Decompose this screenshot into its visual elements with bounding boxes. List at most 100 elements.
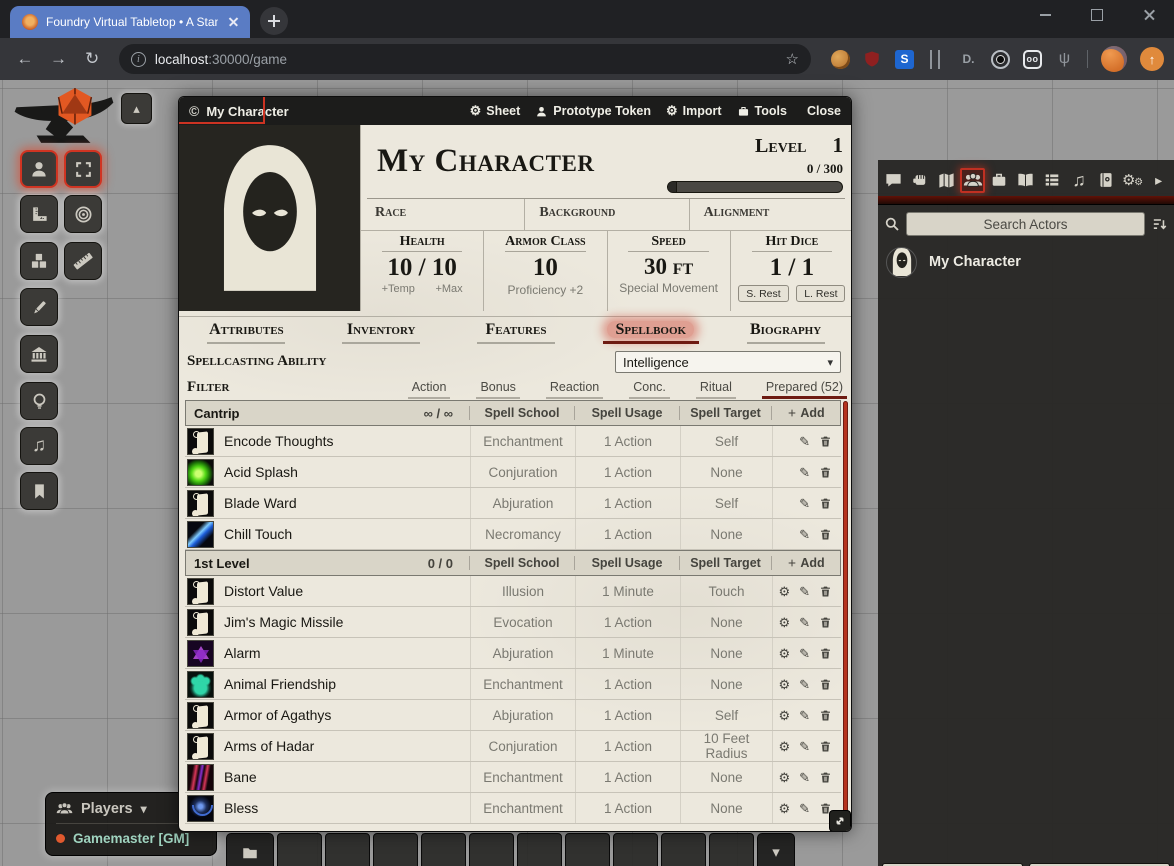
spellcasting-ability-select[interactable]: Intelligence ▾ — [615, 351, 841, 373]
background-field[interactable]: Background — [525, 199, 689, 230]
drawing-tools[interactable] — [20, 288, 58, 326]
race-field[interactable]: Race — [361, 199, 525, 230]
tab-inventory[interactable]: Inventory — [314, 317, 449, 346]
filter-ritual[interactable]: Ritual — [696, 380, 736, 399]
prepare-spell-icon[interactable]: ⚙ — [778, 678, 790, 691]
spell-name[interactable]: Armor of Agathys — [224, 707, 331, 723]
tab-tables[interactable] — [1040, 168, 1065, 193]
tab-scenes[interactable] — [934, 168, 959, 193]
long-rest-button[interactable]: L. Rest — [796, 285, 845, 302]
filter-reaction[interactable]: Reaction — [546, 380, 603, 399]
tab-actors[interactable] — [960, 168, 985, 193]
level-value[interactable]: 1 — [833, 133, 844, 158]
edit-spell-icon[interactable]: ✎ — [799, 802, 810, 815]
macro-slot[interactable] — [373, 833, 418, 866]
site-info-icon[interactable]: i — [131, 52, 146, 67]
macro-slot[interactable] — [277, 833, 322, 866]
walls-tools[interactable] — [20, 335, 58, 373]
d-extension-icon[interactable]: D. — [959, 50, 978, 69]
search-actors-input[interactable] — [906, 212, 1145, 236]
prepare-spell-icon[interactable]: ⚙ — [778, 802, 790, 815]
macro-folder-button[interactable] — [226, 833, 274, 866]
sound-tools[interactable]: ♫ — [20, 427, 58, 465]
tab-attributes[interactable]: Attributes — [179, 317, 314, 346]
delete-spell-icon[interactable] — [819, 585, 832, 598]
xp-value[interactable]: 0 / 300 — [807, 161, 843, 177]
game-canvas[interactable]: ▴ ♫ Players ▾ Gamemaster [GM] — [0, 80, 1174, 866]
close-sheet-button[interactable]: Close — [802, 104, 841, 118]
character-name[interactable]: My Character — [377, 143, 594, 180]
delete-spell-icon[interactable] — [819, 435, 832, 448]
tab-biography[interactable]: Biography — [718, 317, 852, 346]
prepare-spell-icon[interactable]: ⚙ — [778, 585, 790, 598]
prepare-spell-icon[interactable]: ⚙ — [778, 647, 790, 660]
browser-update-icon[interactable]: ↑ — [1140, 47, 1164, 71]
reload-icon[interactable]: ↻ — [77, 44, 107, 74]
macro-slot[interactable] — [565, 833, 610, 866]
filter-action[interactable]: Action — [408, 380, 451, 399]
ac-value[interactable]: 10 — [484, 254, 606, 282]
spell-name[interactable]: Chill Touch — [224, 526, 292, 542]
measure-tool[interactable] — [20, 195, 58, 233]
spell-name[interactable]: Animal Friendship — [224, 676, 336, 692]
spell-name[interactable]: Distort Value — [224, 583, 303, 599]
new-tab-button[interactable] — [260, 7, 288, 35]
edit-spell-icon[interactable]: ✎ — [799, 585, 810, 598]
tab-items[interactable] — [987, 168, 1012, 193]
spell-name[interactable]: Bless — [224, 800, 258, 816]
filter-prepared[interactable]: Prepared (52) — [762, 380, 847, 399]
character-portrait[interactable] — [179, 125, 361, 311]
macro-slot[interactable] — [517, 833, 562, 866]
section-slots[interactable]: ∞ / ∞ — [424, 406, 469, 421]
macro-slot[interactable] — [421, 833, 466, 866]
ping-target-tool[interactable] — [64, 195, 102, 233]
ruler-tool[interactable] — [64, 242, 102, 280]
max-hp-label[interactable]: +Max — [435, 283, 462, 295]
import-button[interactable]: ⚙Import — [666, 103, 722, 119]
tab-compendium[interactable] — [1093, 168, 1118, 193]
edit-spell-icon[interactable]: ✎ — [799, 616, 810, 629]
notes-tools[interactable] — [20, 472, 58, 510]
prototype-token-button[interactable]: Prototype Token — [535, 104, 651, 118]
hit-dice-value[interactable]: 1 / 1 — [731, 254, 852, 282]
prepare-spell-icon[interactable]: ⚙ — [778, 740, 790, 753]
eye-extension-icon[interactable] — [991, 50, 1010, 69]
sheet-titlebar[interactable]: © My Character ⚙Sheet Prototype Token ⚙I… — [179, 97, 851, 125]
edit-spell-icon[interactable]: ✎ — [799, 435, 810, 448]
health-value[interactable]: 10 / 10 — [361, 254, 483, 282]
minimize-icon[interactable] — [1034, 4, 1056, 26]
sliders-extension-icon[interactable] — [927, 50, 946, 69]
token-select-tool[interactable] — [20, 150, 58, 188]
s-extension-icon[interactable]: S — [895, 50, 914, 69]
collapse-ui-button[interactable]: ▴ — [121, 93, 152, 124]
speed-value[interactable]: 30 ft — [608, 254, 730, 280]
player-gamemaster[interactable]: Gamemaster [GM] — [56, 831, 206, 846]
sort-filter-icon[interactable] — [1151, 216, 1168, 233]
spell-name[interactable]: Bane — [224, 769, 257, 785]
edit-spell-icon[interactable]: ✎ — [799, 771, 810, 784]
fork-extension-icon[interactable]: ψ — [1055, 50, 1074, 69]
add-spell-button[interactable]: Add — [771, 406, 840, 420]
delete-spell-icon[interactable] — [819, 678, 832, 691]
short-rest-button[interactable]: S. Rest — [738, 285, 788, 302]
macro-slot[interactable] — [709, 833, 754, 866]
window-resize-handle[interactable] — [829, 810, 851, 832]
target-select-tool[interactable] — [64, 150, 102, 188]
oo-extension-icon[interactable]: oo — [1023, 50, 1042, 69]
add-spell-button[interactable]: Add — [771, 556, 840, 570]
delete-spell-icon[interactable] — [819, 709, 832, 722]
bookmark-star-icon[interactable]: ☆ — [786, 50, 799, 68]
tab-journal[interactable] — [1013, 168, 1038, 193]
spell-name[interactable]: Arms of Hadar — [224, 738, 314, 754]
delete-spell-icon[interactable] — [819, 740, 832, 753]
tab-playlists[interactable]: ♫ — [1066, 168, 1091, 193]
special-movement-label[interactable]: Special Movement — [619, 281, 718, 295]
tools-button[interactable]: Tools — [737, 104, 787, 118]
edit-spell-icon[interactable]: ✎ — [799, 709, 810, 722]
delete-spell-icon[interactable] — [819, 771, 832, 784]
edit-spell-icon[interactable]: ✎ — [799, 528, 810, 541]
profile-avatar[interactable] — [1101, 46, 1127, 72]
cookie-extension-icon[interactable] — [831, 50, 850, 69]
maximize-icon[interactable] — [1086, 4, 1108, 26]
browser-tab[interactable]: Foundry Virtual Tabletop • A Stan — [10, 6, 250, 38]
